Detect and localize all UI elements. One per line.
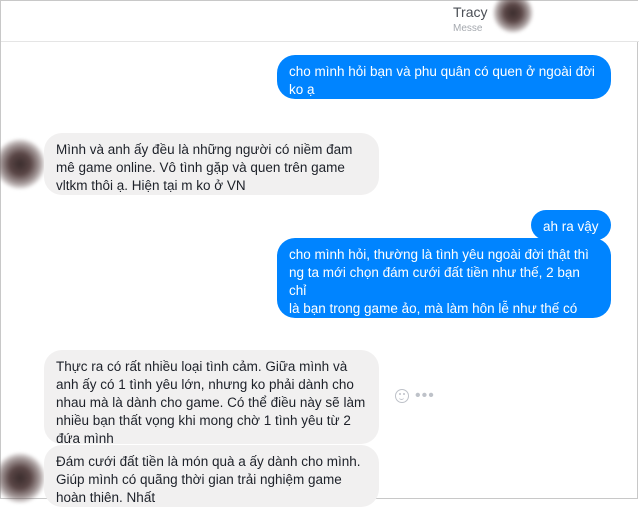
conversation-header: Tracy Messe — [1, 0, 639, 42]
message-outgoing[interactable]: cho mình hỏi bạn và phu quân có quen ở n… — [277, 55, 611, 99]
more-icon[interactable]: ••• — [415, 388, 435, 404]
message-incoming[interactable]: Mình và anh ấy đều là những người có niề… — [44, 133, 379, 195]
smiley-icon[interactable] — [395, 389, 409, 403]
sender-avatar — [0, 453, 45, 503]
message-outgoing[interactable]: cho mình hỏi, thường là tình yêu ngoài đ… — [277, 238, 611, 334]
message-outgoing[interactable]: ah ra vậy — [531, 210, 611, 240]
contact-status: Messe — [453, 23, 483, 34]
contact-name[interactable]: Tracy — [453, 4, 487, 20]
contact-avatar-blur — [493, 0, 533, 33]
chat-window: Tracy Messe cho mình hỏi bạn và phu quân… — [0, 0, 639, 507]
sender-avatar — [0, 139, 45, 189]
message-actions: ••• — [395, 388, 435, 404]
message-incoming[interactable]: Thực ra có rất nhiều loại tình cảm. Giữa… — [44, 350, 379, 446]
message-incoming[interactable]: Đám cưới đất tiền là món quà a ấy dành c… — [44, 445, 379, 507]
